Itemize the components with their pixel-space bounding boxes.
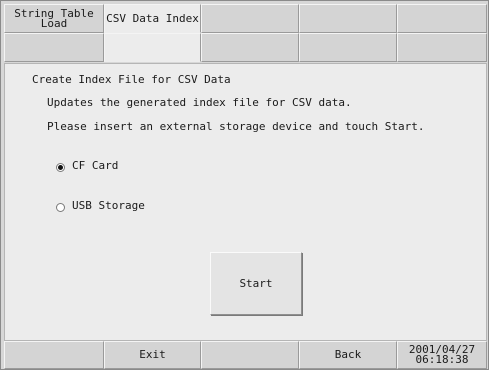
footer-bar: Exit Back 2001/04/27 06:18:38 (4, 341, 487, 369)
radio-dot (58, 165, 63, 170)
footer-empty-3[interactable] (201, 341, 299, 369)
radio-button-selected[interactable] (56, 163, 65, 172)
description-line-2: Please insert an external storage device… (47, 120, 425, 133)
exit-button[interactable]: Exit (104, 341, 201, 369)
radio-label-cf-card[interactable]: CF Card (72, 159, 118, 172)
screen: String Table Load CSV Data Index Create … (0, 0, 489, 370)
tab-empty-4[interactable] (299, 4, 397, 33)
description-line-1: Updates the generated index file for CSV… (47, 96, 352, 109)
sub-tab-2[interactable] (104, 33, 201, 62)
footer-empty-1[interactable] (4, 341, 104, 369)
sub-tab-3[interactable] (201, 33, 299, 62)
tab-empty-5[interactable] (397, 4, 487, 33)
sub-tab-5[interactable] (397, 33, 487, 62)
sub-tab-4[interactable] (299, 33, 397, 62)
back-button[interactable]: Back (299, 341, 397, 369)
content-panel: Create Index File for CSV Data Updates t… (4, 63, 487, 341)
sub-tab-bar (4, 33, 487, 62)
tab-bar: String Table Load CSV Data Index (4, 4, 487, 33)
tab-csv-data-index[interactable]: CSV Data Index (104, 4, 201, 33)
sub-tab-1[interactable] (4, 33, 104, 62)
tab-empty-3[interactable] (201, 4, 299, 33)
start-button[interactable]: Start (210, 252, 302, 315)
panel-title: Create Index File for CSV Data (32, 73, 231, 86)
radio-button-unselected[interactable] (56, 203, 65, 212)
radio-label-usb-storage[interactable]: USB Storage (72, 199, 145, 212)
tab-string-table-load[interactable]: String Table Load (4, 4, 104, 33)
datetime-display: 2001/04/27 06:18:38 (397, 341, 487, 369)
